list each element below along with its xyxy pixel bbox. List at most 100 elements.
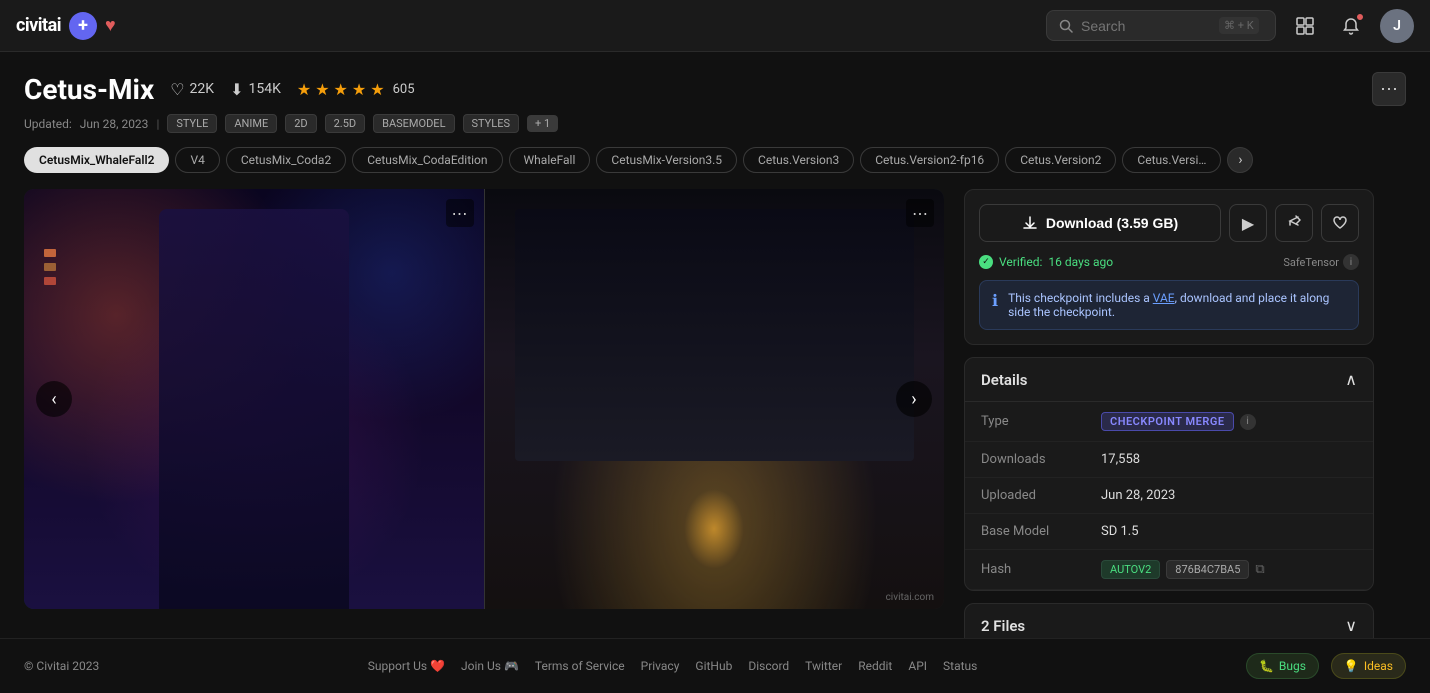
footer-link-privacy[interactable]: Privacy xyxy=(641,659,680,673)
verified-row: ✓ Verified: 16 days ago SafeTensor i xyxy=(979,254,1359,270)
footer-link-twitter[interactable]: Twitter xyxy=(805,659,842,673)
gallery-image-2: ⋯ civitai.com xyxy=(484,189,945,609)
lantern-light xyxy=(684,489,744,569)
uploaded-key: Uploaded xyxy=(981,488,1101,503)
bugs-label: Bugs xyxy=(1279,659,1306,673)
updated-date: Jun 28, 2023 xyxy=(80,117,149,131)
search-input[interactable] xyxy=(1081,18,1211,34)
downloads-value: 17,558 xyxy=(1101,452,1140,467)
version-tabs: CetusMix_WhaleFall2 V4 CetusMix_Coda2 Ce… xyxy=(24,147,1406,173)
favorites-icon[interactable]: ♥ xyxy=(105,15,116,36)
bugs-button[interactable]: 🐛 Bugs xyxy=(1246,653,1319,679)
footer-link-api[interactable]: API xyxy=(908,659,927,673)
details-toggle[interactable]: Details ∧ xyxy=(965,358,1373,402)
avatar[interactable]: J xyxy=(1380,9,1414,43)
details-collapse-icon: ∧ xyxy=(1345,370,1357,389)
search-bar[interactable]: ⌘ + K xyxy=(1046,10,1276,41)
footer-links: Support Us ❤️ Join Us 🎮 Terms of Service… xyxy=(368,659,978,673)
heart-icon: ♡ xyxy=(170,80,184,99)
vae-link[interactable]: VAE xyxy=(1153,291,1175,305)
footer-link-join[interactable]: Join Us 🎮 xyxy=(461,659,519,673)
details-row-base-model: Base Model SD 1.5 xyxy=(965,514,1373,550)
vae-info-icon: ℹ xyxy=(992,291,998,310)
more-options-btn[interactable]: ⋯ xyxy=(1372,72,1406,106)
tag-basemodel[interactable]: BASEMODEL xyxy=(373,114,454,133)
add-icon[interactable]: + xyxy=(69,12,97,40)
download-button[interactable]: Download (3.59 GB) xyxy=(979,204,1221,242)
details-title: Details xyxy=(981,371,1027,389)
download-row: Download (3.59 GB) ▶ xyxy=(979,204,1359,242)
search-icon xyxy=(1059,19,1073,33)
share-btn[interactable] xyxy=(1275,204,1313,242)
details-row-hash: Hash AUTOV2 876B4C7BA5 ⧉ xyxy=(965,550,1373,590)
details-row-downloads: Downloads 17,558 xyxy=(965,442,1373,478)
downloads-key: Downloads xyxy=(981,452,1101,467)
details-row-uploaded: Uploaded Jun 28, 2023 xyxy=(965,478,1373,514)
vae-notice: ℹ This checkpoint includes a VAE, downlo… xyxy=(979,280,1359,330)
footer-link-status[interactable]: Status xyxy=(943,659,977,673)
gallery-icon-btn[interactable] xyxy=(1288,9,1322,43)
heart-bookmark-icon xyxy=(1332,215,1348,231)
type-key: Type xyxy=(981,414,1101,429)
logo-text[interactable]: civitai xyxy=(16,15,61,36)
files-title: 2 Files xyxy=(981,617,1025,635)
footer-link-discord[interactable]: Discord xyxy=(748,659,789,673)
play-icon: ▶ xyxy=(1242,214,1254,233)
footer-left: © Civitai 2023 xyxy=(24,659,99,673)
tab-cetus-version3[interactable]: Cetus.Version3 xyxy=(743,147,854,173)
type-info-btn[interactable]: i xyxy=(1240,414,1256,430)
details-section: Details ∧ Type CHECKPOINT MERGE i Downlo… xyxy=(964,357,1374,591)
base-model-value: SD 1.5 xyxy=(1101,524,1139,539)
footer-link-support[interactable]: Support Us ❤️ xyxy=(368,659,445,673)
tab-cetusmix-coda2[interactable]: CetusMix_Coda2 xyxy=(226,147,346,173)
uploaded-value: Jun 28, 2023 xyxy=(1101,488,1175,503)
gallery-menu-right[interactable]: ⋯ xyxy=(906,199,934,227)
gallery-prev-btn[interactable]: ‹ xyxy=(36,381,72,417)
tabs-scroll-right[interactable]: › xyxy=(1227,147,1253,173)
window-lights xyxy=(44,249,56,285)
play-btn[interactable]: ▶ xyxy=(1229,204,1267,242)
footer-link-github[interactable]: GitHub xyxy=(695,659,732,673)
likes-count: 22K xyxy=(190,81,215,97)
tab-cetusmix-version3-5[interactable]: CetusMix-Version3.5 xyxy=(596,147,737,173)
tab-cetus-versi[interactable]: Cetus.Versi… xyxy=(1122,147,1221,173)
checkpoint-merge-badge: CHECKPOINT MERGE xyxy=(1101,412,1234,431)
copy-hash-btn[interactable]: ⧉ xyxy=(1255,562,1264,577)
safetensor-info-btn[interactable]: i xyxy=(1343,254,1359,270)
notifications-btn[interactable] xyxy=(1334,9,1368,43)
hash-type-badge: AUTOV2 xyxy=(1101,560,1160,579)
footer-link-terms[interactable]: Terms of Service xyxy=(535,659,625,673)
tab-cetusmix-codaedition[interactable]: CetusMix_CodaEdition xyxy=(352,147,502,173)
tag-plus[interactable]: + 1 xyxy=(527,115,558,132)
footer-right: 🐛 Bugs 💡 Ideas xyxy=(1246,653,1406,679)
verified-date: 16 days ago xyxy=(1048,255,1113,269)
image-gallery: ⋯ ⋯ civitai.com ‹ › xyxy=(24,189,944,609)
logo: civitai + ♥ xyxy=(16,12,116,40)
vae-text-before: This checkpoint includes a xyxy=(1008,291,1153,305)
gallery-menu-left[interactable]: ⋯ xyxy=(446,199,474,227)
tag-2d[interactable]: 2D xyxy=(285,114,316,133)
notification-badge xyxy=(1356,13,1364,21)
download-icon: ⬇ xyxy=(230,80,243,99)
header: civitai + ♥ ⌘ + K J xyxy=(0,0,1430,52)
ideas-button[interactable]: 💡 Ideas xyxy=(1331,653,1406,679)
tab-whalefall[interactable]: WhaleFall xyxy=(509,147,591,173)
footer-link-reddit[interactable]: Reddit xyxy=(858,659,892,673)
footer: © Civitai 2023 Support Us ❤️ Join Us 🎮 T… xyxy=(0,638,1430,693)
tag-anime[interactable]: ANIME xyxy=(225,114,277,133)
tag-style[interactable]: STYLE xyxy=(167,114,217,133)
main-content: Cetus-Mix ♡ 22K ⬇ 154K ★ ★ ★ ★ ★ 605 ⋯ U… xyxy=(0,52,1430,658)
tag-styles[interactable]: STYLES xyxy=(463,114,520,133)
bookmark-btn[interactable] xyxy=(1321,204,1359,242)
likes-stat: ♡ 22K xyxy=(170,80,214,99)
rating-count: 605 xyxy=(393,82,415,97)
gallery-next-btn[interactable]: › xyxy=(896,381,932,417)
tag-2_5d[interactable]: 2.5D xyxy=(325,114,365,133)
safetensor-label: SafeTensor i xyxy=(1283,254,1359,270)
tab-cetus-version2-fp16[interactable]: Cetus.Version2-fp16 xyxy=(860,147,999,173)
tab-cetusmix-whalefall2[interactable]: CetusMix_WhaleFall2 xyxy=(24,147,169,173)
tab-v4[interactable]: V4 xyxy=(175,147,219,173)
hash-value: AUTOV2 876B4C7BA5 ⧉ xyxy=(1101,560,1265,579)
tab-cetus-version2[interactable]: Cetus.Version2 xyxy=(1005,147,1116,173)
search-shortcut: ⌘ + K xyxy=(1219,17,1259,34)
